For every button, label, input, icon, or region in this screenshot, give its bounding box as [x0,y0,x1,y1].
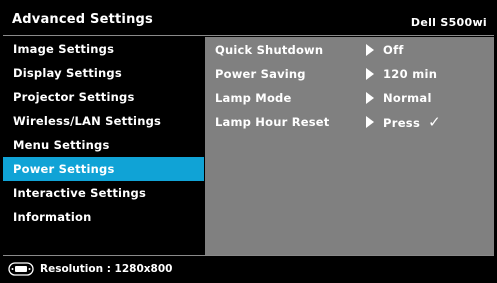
setting-row-power-saving[interactable]: Power Saving 120 min [205,62,494,86]
top-divider [3,35,494,36]
press-label: Press [383,116,421,130]
model-name: Dell S500wi [410,16,487,29]
setting-label: Lamp Mode [215,91,292,105]
arrow-right-icon [366,44,374,56]
arrow-right-icon [366,68,374,80]
menu-item-interactive-settings[interactable]: Interactive Settings [3,181,204,205]
status-bar: Resolution : 1280x800 [8,262,172,276]
menu-item-menu-settings[interactable]: Menu Settings [3,133,204,157]
page-title: Advanced Settings [12,12,153,27]
arrow-right-icon [366,116,374,128]
setting-label: Quick Shutdown [215,43,324,57]
menu-item-wireless-lan-settings[interactable]: Wireless/LAN Settings [3,109,204,133]
bottom-divider [3,255,494,256]
setting-row-quick-shutdown[interactable]: Quick Shutdown Off [205,38,494,62]
setting-label: Power Saving [215,67,306,81]
osd-window: Advanced Settings Dell S500wi Image Sett… [0,0,497,283]
setting-value: 120 min [383,67,438,81]
setting-value: Normal [383,91,432,105]
menu-item-image-settings[interactable]: Image Settings [3,37,204,61]
menu-item-display-settings[interactable]: Display Settings [3,61,204,85]
resolution-text: Resolution : 1280x800 [40,263,173,275]
menu-item-projector-settings[interactable]: Projector Settings [3,85,204,109]
input-source-icon [8,262,34,276]
menu-item-power-settings[interactable]: Power Settings [3,157,204,181]
power-settings-panel: Quick Shutdown Off Power Saving 120 min … [205,37,494,255]
setting-value: Press ✓ [383,110,441,135]
setting-label: Lamp Hour Reset [215,115,330,129]
setting-row-lamp-mode[interactable]: Lamp Mode Normal [205,86,494,110]
setting-value: Off [383,43,404,57]
settings-menu: Image Settings Display Settings Projecto… [3,37,204,229]
arrow-right-icon [366,92,374,104]
setting-row-lamp-hour-reset[interactable]: Lamp Hour Reset Press ✓ [205,110,494,134]
checkmark-icon: ✓ [428,113,441,131]
menu-item-information[interactable]: Information [3,205,204,229]
